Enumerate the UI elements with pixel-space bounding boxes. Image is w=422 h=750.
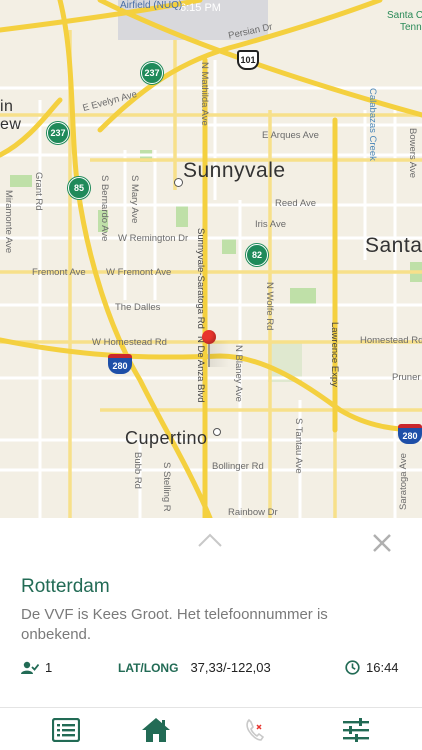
route-82-shield: 82 (246, 244, 268, 266)
info-row: 1 LAT/LONG 37,33/-122,03 16:44 (21, 660, 401, 680)
street-label: N De Anza Blvd (195, 336, 206, 403)
street-label: Rainbow Dr (228, 507, 278, 518)
phone-disabled-icon (246, 718, 265, 741)
street-label: Sunnyvale-Saratoga Rd (195, 228, 206, 329)
map-label-left-city-1: in (0, 98, 14, 115)
street-label: Reed Ave (275, 198, 317, 209)
status-time: 6:15 PM (180, 2, 221, 14)
latlong-label: LAT/LONG (118, 660, 179, 675)
street-label: S Mary Ave (129, 175, 140, 224)
latlong-value: 37,33/-122,03 (190, 660, 271, 675)
park (10, 175, 32, 187)
map-label-tenn: Tenn (400, 22, 422, 33)
street-label: W Remington Dr (118, 233, 189, 244)
map-view[interactable]: 6:15 PM Sunnyvale Cupertino Santa in ew … (0, 0, 422, 518)
street-label: N Wolfe Rd (264, 282, 275, 331)
person-count: 1 (21, 660, 52, 675)
street-label: The Dalles (115, 302, 161, 313)
tab-settings[interactable] (341, 716, 371, 744)
us-101-shield: 101 (237, 50, 259, 70)
street-label: Bowers Ave (407, 128, 418, 178)
street-label: Bollinger Rd (212, 461, 264, 472)
street-label: W Homestead Rd (92, 337, 167, 348)
location-description: De VVF is Kees Groot. Het telefoonnummer… (21, 606, 328, 643)
route-237-shield: 237 (47, 122, 69, 144)
person-count-value: 1 (45, 660, 53, 675)
tab-phone[interactable] (241, 716, 271, 744)
street-label: Saratoga Ave (398, 453, 409, 510)
map-label-sunnyvale: Sunnyvale (183, 159, 286, 182)
street-label: S Stelling R (161, 462, 172, 512)
street-label: Bubb Rd (132, 452, 143, 489)
clock-icon (345, 660, 360, 675)
street-label: Iris Ave (255, 219, 286, 230)
time-value: 16:44 (366, 660, 399, 675)
street-label: Fremont Ave (32, 267, 86, 278)
map-label-cupertino: Cupertino (125, 428, 208, 448)
time: 16:44 (345, 660, 399, 675)
street-label: E Arques Ave (262, 130, 319, 141)
sliders-icon (343, 718, 369, 742)
pin-stem (208, 343, 210, 367)
latlong: LAT/LONG 37,33/-122,03 (118, 660, 271, 675)
tab-home[interactable] (141, 716, 171, 744)
street-label: Calabazas Creek (367, 88, 378, 161)
map-label-left-city-2: ew (0, 116, 22, 133)
route-237-shield: 237 (141, 62, 163, 84)
map-label-santa-c: Santa C (387, 10, 422, 21)
map-label-santa: Santa (365, 234, 422, 257)
close-icon[interactable] (371, 532, 393, 554)
street-label: N Blaney Ave (233, 345, 244, 402)
city-dot (174, 178, 183, 187)
chevron-up-icon[interactable] (197, 532, 223, 548)
tab-list[interactable] (51, 716, 81, 744)
location-title: Rotterdam (21, 576, 110, 597)
home-icon (142, 718, 170, 742)
street-label: S Bernardo Ave (99, 175, 110, 242)
city-dot (213, 428, 221, 436)
street-label: Lawrence Expy (329, 322, 340, 387)
map-roads (0, 0, 422, 518)
park (222, 238, 236, 254)
street-label: Homestead Rd (360, 335, 422, 346)
location-pin-icon[interactable] (202, 330, 216, 344)
tab-bar (0, 708, 422, 750)
map-label-airfield: Airfield (NUQ) (120, 0, 183, 11)
park (176, 205, 188, 227)
street-label: Grant Rd (33, 172, 44, 211)
street-label: Miramonte Ave (3, 190, 14, 254)
street-label: Pruner (392, 372, 421, 383)
street-label: W Fremont Ave (106, 267, 172, 278)
list-icon (52, 718, 80, 742)
person-check-icon (21, 661, 39, 674)
street-label: N Mathilda Ave (199, 62, 210, 126)
park (290, 288, 316, 304)
pin-shadow (210, 341, 230, 367)
interstate-280-shield: 280 (108, 354, 132, 374)
interstate-280-shield: 280 (398, 424, 422, 444)
route-85-shield: 85 (68, 177, 90, 199)
street-label: S Tantau Ave (293, 418, 304, 474)
